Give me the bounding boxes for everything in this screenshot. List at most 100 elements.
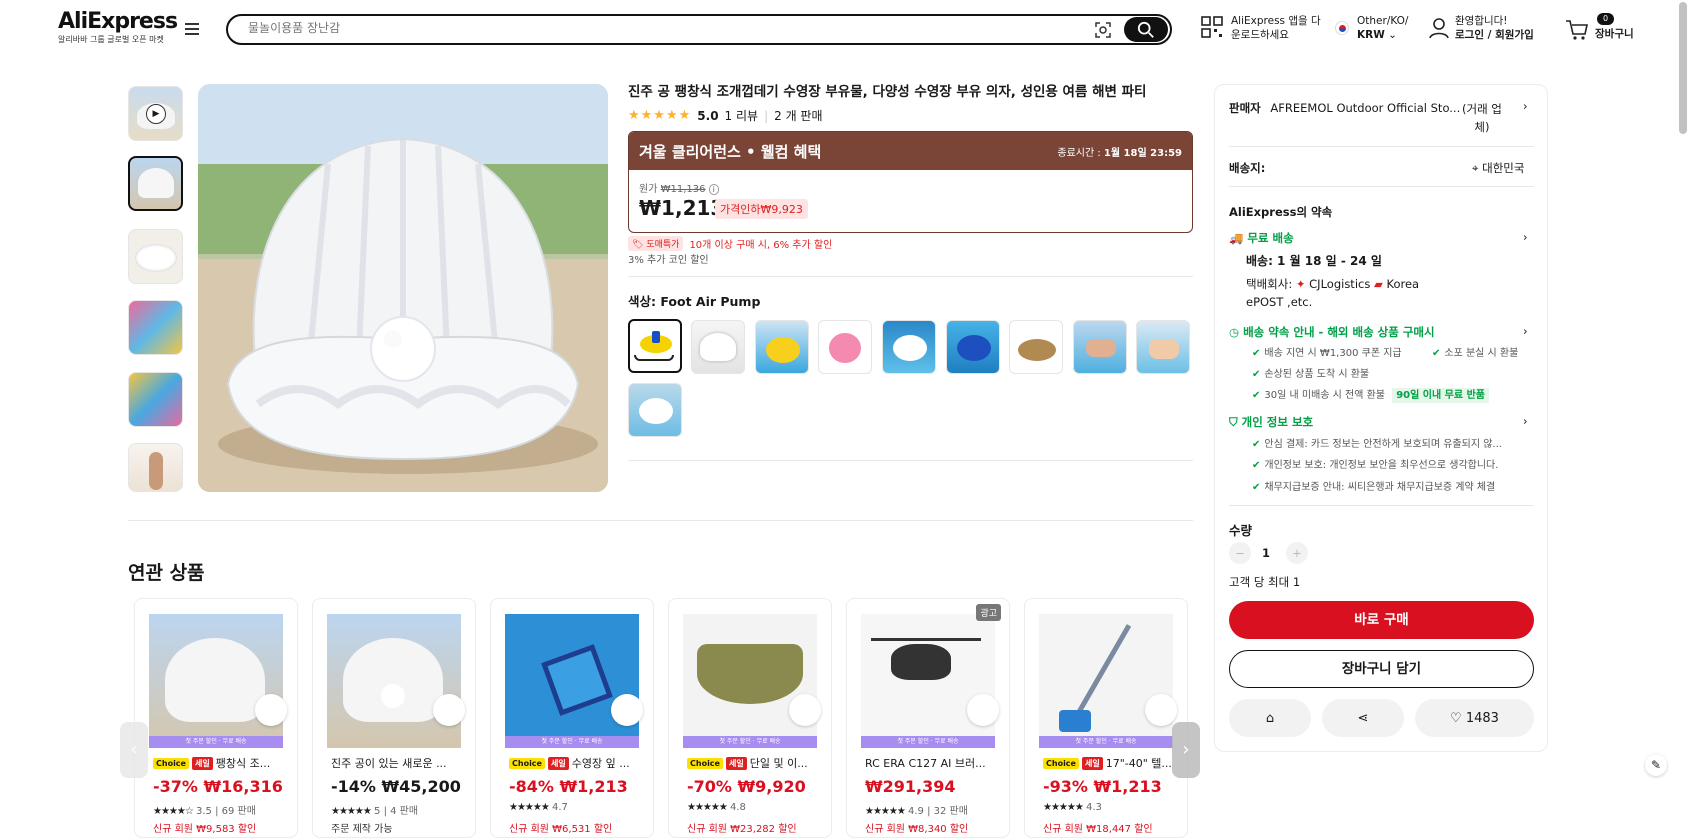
color-swatch[interactable] [1136,320,1190,374]
app-download[interactable]: AliExpress 앱을 다 운로드하세요 [1201,14,1321,42]
rating-row[interactable]: ★★★★★ 5.0 1 리뷰 | 2 개 판매 [628,107,823,124]
color-swatch[interactable] [882,320,936,374]
quantity-limit: 고객 당 최대 1 [1229,575,1301,589]
color-swatch[interactable] [1009,320,1063,374]
quantity-increase-button[interactable]: + [1286,542,1308,564]
color-swatch[interactable] [628,383,682,437]
chevron-right-icon[interactable]: › [1523,414,1528,428]
product-name: Choice 세일 17"-40" 텔... [1043,755,1183,771]
promo-title: 겨울 클리어런스 • 웰컴 혜택 [639,143,822,161]
thumbnail-image[interactable] [128,372,183,427]
product-card[interactable]: 첫 주문 할인 · 무료 배송 Choice 세일 17"-40" 텔... -93… [1024,598,1188,838]
seller-name[interactable]: AFREEMOL Outdoor Official Sto... [1270,101,1460,115]
product-rating: ★★★★★ 4.3 [1043,802,1102,813]
check-icon: ✔ [1252,348,1261,359]
menu-icon[interactable] [185,23,199,35]
check-icon: ✔ [1252,460,1261,471]
add-to-cart-icon[interactable] [611,694,643,726]
color-swatch-foot-pump[interactable] [628,319,682,373]
thumbnail-image[interactable] [128,229,183,284]
add-to-cart-button[interactable]: 장바구니 담기 [1229,650,1534,688]
free-shipping-row[interactable]: 🚚 무료 배송 [1229,230,1294,246]
carousel-prev-button[interactable]: ‹ [120,722,148,778]
thumbnail-image[interactable] [128,156,183,211]
add-to-cart-icon[interactable] [789,694,821,726]
account-menu[interactable]: 환영합니다! 로그인 / 회원가입 [1428,14,1534,42]
logo-subtitle: 알리바바 그룹 글로벌 오픈 마켓 [58,35,164,44]
ship-to-selector[interactable]: ⌖ 대한민국 [1472,160,1524,176]
quantity-decrease-button[interactable]: − [1229,542,1251,564]
promo-strip: 첫 주문 할인 · 무료 배송 [683,736,817,748]
seller-row[interactable]: 판매자 AFREEMOL Outdoor Official Sto... [1229,100,1460,116]
thumbnail-video[interactable]: ▶ [128,86,183,141]
ad-badge: 광고 [976,604,1001,621]
product-rating: ★★★★☆ 3.5 | 69 판매 [153,806,256,817]
thumbnail-image[interactable] [128,443,183,492]
edit-icon[interactable]: ✎ [1645,754,1667,776]
product-promo: 신규 회원 ₩6,531 할인 [509,824,613,835]
product-price: ₩291,394 [865,777,956,796]
product-card[interactable]: 첫 주문 할인 · 무료 배송 Choice 세일 수영장 잎 ... -84% ₩… [490,598,654,838]
locale-selector[interactable]: Other/KO/KRW ⌄ [1335,14,1408,42]
location-pin-icon: ⌖ [1472,161,1479,175]
login-signup-link[interactable]: 로그인 / 회원가입 [1455,29,1534,41]
sold-count: 2 개 판매 [774,109,823,123]
scrollbar[interactable] [1679,2,1687,134]
add-to-cart-icon[interactable] [1145,694,1177,726]
product-name: RC ERA C127 AI 브러... [865,757,986,770]
privacy-item: ✔ 안심 결제: 카드 정보는 안전하게 보호되며 유출되지 않... [1252,439,1502,450]
color-swatch[interactable] [691,320,745,374]
add-to-cart-icon[interactable] [255,694,287,726]
product-price: -93% ₩1,213 [1043,777,1162,796]
guarantee-row[interactable]: ◷ 배송 약속 안내 - 해외 배송 상품 구매시 [1229,324,1435,340]
search-bar [226,14,1172,45]
rating-value: 5.0 [697,108,719,123]
main-product-image[interactable] [198,84,608,492]
quantity-value[interactable]: 1 [1262,546,1270,560]
product-card[interactable]: 진주 공이 있는 새로운 ... -14% ₩45,200 ★★★★★ 5 | … [312,598,476,838]
product-card[interactable]: 첫 주문 할인 · 무료 배송 Choice 세일 팽창식 조... -37% ₩1… [134,598,298,838]
store-button[interactable]: ⌂ [1229,699,1311,737]
info-icon[interactable]: i [708,184,719,195]
image-search-icon[interactable] [1094,21,1112,39]
header: AliExpress 알리바바 그룹 글로벌 오픈 마켓 AliExpress … [0,0,1689,58]
add-to-cart-icon[interactable] [433,694,465,726]
chevron-right-icon[interactable]: › [1523,324,1528,338]
promo-banner: 겨울 클리어런스 • 웰컴 혜택 종료시간 : 1월 18일 23:59 [629,132,1192,170]
promise-title: AliExpress의 약속 [1229,205,1333,219]
welcome-text: 환영합니다! [1455,15,1508,27]
chevron-right-icon[interactable]: › [1523,230,1528,244]
aliexpress-logo[interactable]: AliExpress 알리바바 그룹 글로벌 오픈 마켓 [58,10,178,46]
share-button[interactable]: ⋖ [1322,699,1404,737]
search-input[interactable] [248,21,1048,35]
product-promo: 신규 회원 ₩23,282 할인 [687,824,797,835]
buy-now-button[interactable]: 바로 구매 [1229,601,1534,639]
chevron-right-icon[interactable]: › [1523,99,1528,113]
product-name: Choice 세일 수영장 잎 ... [509,755,649,771]
check-icon: ✔ [1252,390,1261,401]
star-rating-icon: ★★★★★ [628,108,692,123]
product-card[interactable]: 첫 주문 할인 · 무료 배송 Choice 세일 단일 및 이... -70% ₩… [668,598,832,838]
product-promo: 신규 회원 ₩9,583 할인 [153,824,257,835]
qr-code-icon [1201,16,1223,38]
color-swatch[interactable] [946,320,1000,374]
promo-strip: 첫 주문 할인 · 무료 배송 [861,736,995,748]
product-card[interactable]: 첫 주문 할인 · 무료 배송 광고 RC ERA C127 AI 브러... … [846,598,1010,838]
share-icon: ⋖ [1357,710,1369,726]
color-swatch[interactable] [1073,320,1127,374]
add-to-cart-icon[interactable] [967,694,999,726]
search-button[interactable] [1124,17,1168,42]
currency-label: KRW [1357,29,1385,41]
promo-strip: 첫 주문 할인 · 무료 배송 [1039,736,1173,748]
store-icon: ⌂ [1265,710,1275,726]
color-swatch[interactable] [755,320,809,374]
seller-type: (거래 업 체) [1462,102,1502,134]
product-name: 진주 공이 있는 새로운 ... [331,757,447,770]
color-swatch[interactable] [818,320,872,374]
carousel-next-button[interactable]: › [1172,722,1200,778]
privacy-row[interactable]: ⛉ 개인 정보 보호 [1229,414,1313,430]
thumbnail-image[interactable] [128,300,183,355]
review-count[interactable]: 1 리뷰 [725,107,759,124]
wishlist-button[interactable]: ♡ 1483 [1415,699,1534,737]
privacy-item: ✔ 채무지급보증 안내: 씨티은행과 채무지급보증 계약 체결 [1252,482,1496,493]
